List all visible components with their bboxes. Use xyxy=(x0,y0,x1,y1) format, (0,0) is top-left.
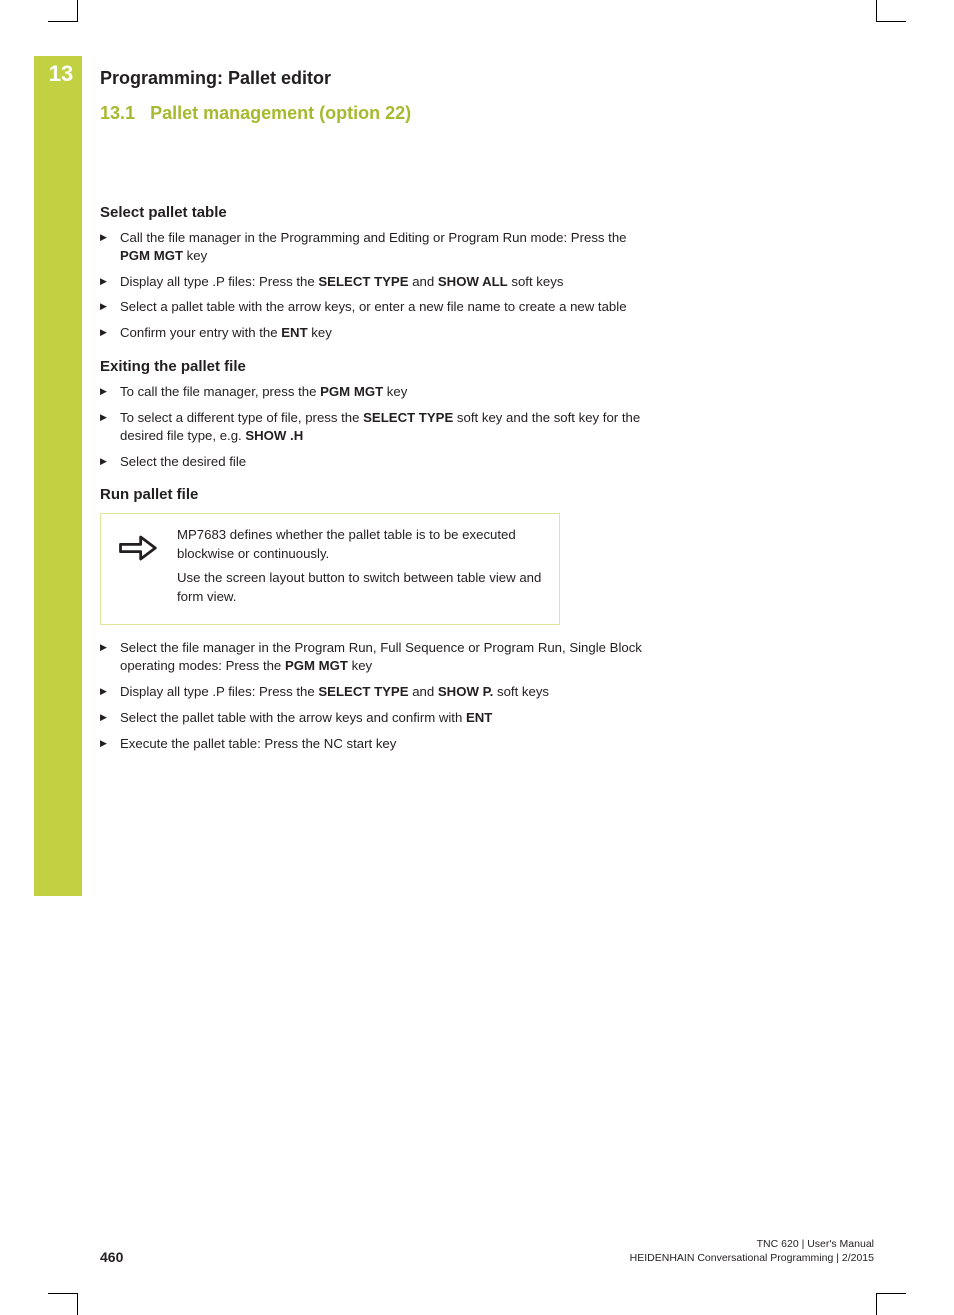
bullet-list: To call the file manager, press the PGM … xyxy=(100,383,660,470)
list-item: Select the desired file xyxy=(100,453,660,471)
subsection-heading: Select pallet table xyxy=(100,204,660,221)
footer-meta: TNC 620 | User's Manual HEIDENHAIN Conve… xyxy=(630,1237,874,1265)
chapter-title: Programming: Pallet editor xyxy=(100,68,660,89)
footer-line-2: HEIDENHAIN Conversational Programming | … xyxy=(630,1252,874,1264)
list-item: Display all type .P files: Press the SEL… xyxy=(100,273,660,291)
page-footer: 460 TNC 620 | User's Manual HEIDENHAIN C… xyxy=(100,1237,874,1265)
footer-line-1: TNC 620 | User's Manual xyxy=(757,1238,874,1250)
list-item: Confirm your entry with the ENT key xyxy=(100,324,660,342)
list-item: To select a different type of file, pres… xyxy=(100,409,660,445)
list-item: To call the file manager, press the PGM … xyxy=(100,383,660,401)
page-number: 460 xyxy=(100,1249,123,1265)
note-box: MP7683 defines whether the pallet table … xyxy=(100,513,560,625)
chapter-number-badge: 13 xyxy=(42,58,80,90)
crop-mark xyxy=(876,0,906,22)
list-item: Select the file manager in the Program R… xyxy=(100,639,660,675)
section-title: 13.1 Pallet management (option 22) xyxy=(100,103,660,124)
subsection-heading: Run pallet file xyxy=(100,486,660,503)
section-name: Pallet management (option 22) xyxy=(150,103,411,123)
section-number: 13.1 xyxy=(100,103,135,123)
sidebar-color-bar xyxy=(34,56,82,896)
subsection-heading: Exiting the pallet file xyxy=(100,358,660,375)
list-item: Display all type .P files: Press the SEL… xyxy=(100,683,660,701)
list-item: Call the file manager in the Programming… xyxy=(100,229,660,265)
arrow-right-icon xyxy=(115,526,159,570)
note-text: MP7683 defines whether the pallet table … xyxy=(177,526,545,612)
crop-mark xyxy=(876,1293,906,1315)
list-item: Execute the pallet table: Press the NC s… xyxy=(100,735,660,753)
crop-mark xyxy=(48,0,78,22)
page-content: Programming: Pallet editor 13.1 Pallet m… xyxy=(100,68,660,764)
list-item: Select the pallet table with the arrow k… xyxy=(100,709,660,727)
bullet-list: Select the file manager in the Program R… xyxy=(100,639,660,752)
crop-mark xyxy=(48,1293,78,1315)
list-item: Select a pallet table with the arrow key… xyxy=(100,298,660,316)
bullet-list: Call the file manager in the Programming… xyxy=(100,229,660,342)
